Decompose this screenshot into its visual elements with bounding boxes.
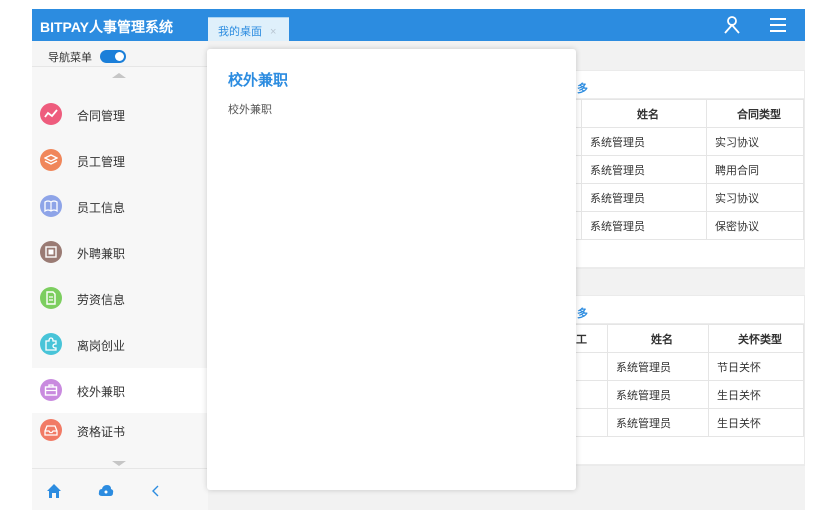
table-row[interactable]: 系统管理员 聘用合同 bbox=[571, 155, 804, 184]
table-row[interactable]: 系统管理员 保密协议 bbox=[571, 211, 804, 240]
sidebar-item-label: 离岗创业 bbox=[77, 339, 126, 353]
sidebar-item-label: 外聘兼职 bbox=[77, 247, 126, 261]
table-cell: 系统管理员 bbox=[581, 183, 707, 212]
layers-icon bbox=[40, 149, 62, 171]
modal-body-text: 校外兼职 bbox=[228, 104, 272, 116]
table-row[interactable]: 系统管理员 生日关怀 bbox=[571, 408, 804, 437]
document-icon bbox=[40, 287, 62, 309]
home-icon[interactable] bbox=[46, 483, 62, 499]
table-row[interactable]: 系统管理员 节日关怀 bbox=[571, 352, 804, 381]
nav-toggle[interactable] bbox=[100, 50, 126, 63]
nav-header: 导航菜单 bbox=[32, 41, 208, 67]
table-cell bbox=[571, 352, 608, 381]
sidebar: 导航菜单 合同管理 员工管理 员工信息 外聘兼职 劳资信息 离岗创业 校外兼职 … bbox=[32, 41, 208, 510]
scroll-down-icon[interactable] bbox=[112, 461, 126, 466]
cloud-icon[interactable] bbox=[98, 483, 114, 499]
table-cell: 实习协议 bbox=[706, 183, 804, 212]
puzzle-icon bbox=[40, 333, 62, 355]
table-header-name: 姓名 bbox=[607, 324, 709, 353]
sidebar-item-external-parttime[interactable]: 外聘兼职 bbox=[32, 230, 208, 275]
table-cell: 实习协议 bbox=[706, 127, 804, 156]
tab-close-icon[interactable]: × bbox=[270, 26, 276, 38]
sidebar-item-labor-info[interactable]: 劳资信息 bbox=[32, 276, 208, 321]
table-cell: 系统管理员 bbox=[607, 352, 709, 381]
sidebar-item-label: 员工管理 bbox=[77, 155, 126, 169]
table-cell: 聘用合同 bbox=[706, 155, 804, 184]
app-brand: BITPAY人事管理系统 bbox=[40, 19, 174, 35]
sidebar-item-staff-info[interactable]: 员工信息 bbox=[32, 184, 208, 229]
table-header-contract-type: 合同类型 bbox=[706, 99, 804, 128]
offcampus-parttime-modal: 校外兼职 校外兼职 bbox=[207, 49, 576, 490]
top-bar: BITPAY人事管理系统 我的桌面 × bbox=[32, 9, 805, 41]
sidebar-item-label: 劳资信息 bbox=[77, 293, 126, 307]
table-cell: 系统管理员 bbox=[607, 380, 709, 409]
table-cell bbox=[571, 380, 608, 409]
sidebar-item-staff-management[interactable]: 员工管理 bbox=[32, 138, 208, 183]
care-panel: 多 工 姓名 关怀类型 系统管理员 节日关怀 系统管理员 生日关怀 系统管理员 生日关… bbox=[570, 295, 805, 466]
sidebar-item-label: 员工信息 bbox=[77, 201, 126, 215]
contract-panel: 多 姓名 合同类型 系统管理员 实习协议 系统管理员 聘用合同 系统管理员 实习协议 … bbox=[570, 70, 805, 269]
building-icon bbox=[40, 241, 62, 263]
panel-spacer bbox=[571, 240, 804, 268]
table-header-name: 姓名 bbox=[581, 99, 707, 128]
panel-header: 多 bbox=[571, 71, 804, 99]
trend-icon bbox=[40, 103, 62, 125]
briefcase-icon bbox=[40, 379, 62, 401]
book-icon bbox=[40, 195, 62, 217]
table-cell: 保密协议 bbox=[706, 211, 804, 240]
chevron-left-icon[interactable] bbox=[148, 483, 164, 499]
contract-table: 姓名 合同类型 系统管理员 实习协议 系统管理员 聘用合同 系统管理员 实习协议 系统… bbox=[571, 99, 804, 240]
table-cell: 系统管理员 bbox=[581, 127, 707, 156]
sidebar-item-label: 资格证书 bbox=[77, 425, 126, 439]
table-cell: 生日关怀 bbox=[708, 408, 804, 437]
table-row[interactable]: 系统管理员 生日关怀 bbox=[571, 380, 804, 409]
menu-icon[interactable] bbox=[768, 15, 788, 35]
sidebar-item-label: 合同管理 bbox=[77, 109, 126, 123]
table-cell: 节日关怀 bbox=[708, 352, 804, 381]
table-cell: 系统管理员 bbox=[581, 211, 707, 240]
more-link[interactable]: 多 bbox=[577, 305, 588, 321]
table-row[interactable]: 系统管理员 实习协议 bbox=[571, 183, 804, 212]
sidebar-item-offcampus-parttime[interactable]: 校外兼职 bbox=[32, 368, 208, 413]
sidebar-item-contract[interactable]: 合同管理 bbox=[32, 92, 208, 137]
table-row[interactable]: 系统管理员 实习协议 bbox=[571, 127, 804, 156]
sidebar-item-label: 校外兼职 bbox=[77, 385, 126, 399]
user-icon[interactable] bbox=[722, 15, 742, 35]
care-table: 工 姓名 关怀类型 系统管理员 节日关怀 系统管理员 生日关怀 系统管理员 生日关怀 bbox=[571, 324, 804, 437]
scroll-up-icon[interactable] bbox=[112, 73, 126, 78]
table-header-staff: 工 bbox=[571, 324, 608, 353]
panel-spacer bbox=[571, 437, 804, 465]
table-cell bbox=[571, 408, 608, 437]
more-link[interactable]: 多 bbox=[577, 80, 588, 96]
table-header-care-type: 关怀类型 bbox=[708, 324, 804, 353]
tab-my-desktop[interactable]: 我的桌面 × bbox=[208, 17, 289, 41]
table-cell: 系统管理员 bbox=[607, 408, 709, 437]
sidebar-item-leave-startup[interactable]: 离岗创业 bbox=[32, 322, 208, 367]
inbox-icon bbox=[40, 419, 62, 441]
toggle-knob bbox=[115, 52, 124, 61]
tab-label: 我的桌面 bbox=[218, 26, 262, 38]
sidebar-item-certificate[interactable]: 资格证书 bbox=[32, 408, 208, 453]
sidebar-bottom-bar bbox=[32, 468, 208, 510]
table-cell: 系统管理员 bbox=[581, 155, 707, 184]
panel-header: 多 bbox=[571, 296, 804, 324]
modal-title: 校外兼职 bbox=[228, 72, 289, 89]
table-cell: 生日关怀 bbox=[708, 380, 804, 409]
nav-menu-label: 导航菜单 bbox=[48, 52, 92, 64]
